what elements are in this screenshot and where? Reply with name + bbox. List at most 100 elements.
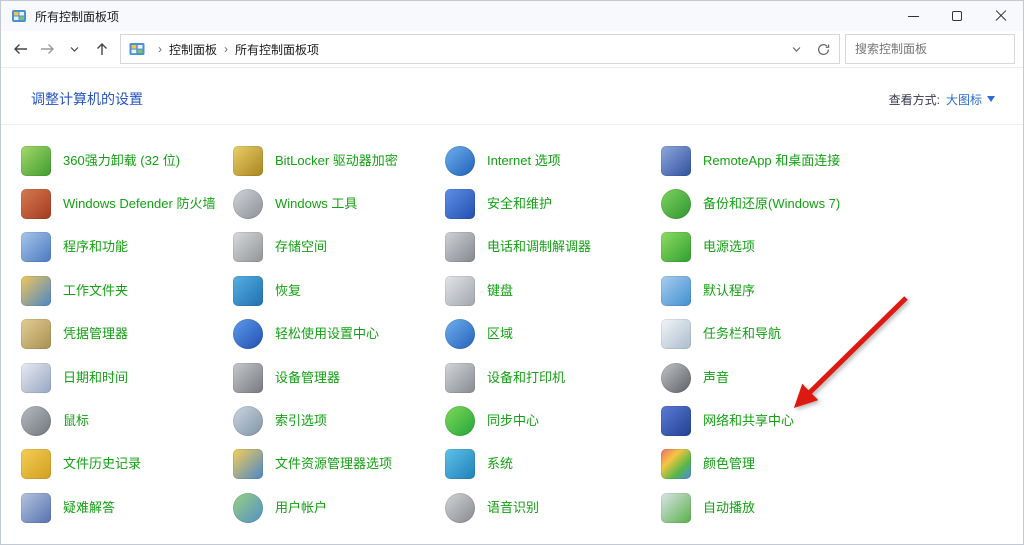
control-panel-item[interactable]: 任务栏和导航 — [661, 319, 1011, 350]
control-panel-item[interactable]: 语音识别 — [445, 492, 661, 523]
item-label: 索引选项 — [275, 413, 328, 429]
device-manager-icon — [233, 362, 263, 393]
control-panel-item[interactable]: 索引选项 — [233, 406, 445, 437]
item-label: 疑难解答 — [63, 499, 116, 515]
control-panel-item[interactable]: 设备和打印机 — [445, 362, 661, 393]
recent-locations-button[interactable] — [61, 35, 88, 63]
close-icon — [995, 10, 1007, 22]
control-panel-item[interactable]: 区域 — [445, 319, 661, 350]
control-panel-item[interactable]: 备份和还原(Windows 7) — [661, 189, 1011, 220]
item-label: 键盘 — [487, 282, 514, 298]
control-panel-item[interactable]: RemoteApp 和桌面连接 — [661, 145, 1011, 176]
control-panel-item[interactable]: 用户帐户 — [233, 492, 445, 523]
ease-of-access-icon — [233, 319, 263, 350]
window-controls — [891, 1, 1023, 31]
item-label: Internet 选项 — [487, 152, 561, 168]
item-label: 同步中心 — [487, 413, 540, 429]
sound-icon — [661, 362, 691, 393]
control-panel-item[interactable]: 电源选项 — [661, 232, 1011, 263]
forward-button[interactable] — [34, 35, 61, 63]
control-panel-item[interactable]: 程序和功能 — [21, 232, 233, 263]
control-panel-item[interactable]: 设备管理器 — [233, 362, 445, 393]
item-label: 设备管理器 — [275, 369, 341, 385]
control-panel-item[interactable]: 系统 — [445, 449, 661, 480]
breadcrumb-control-panel[interactable]: 控制面板 — [169, 41, 217, 58]
control-panel-item[interactable]: Windows 工具 — [233, 189, 445, 220]
control-panel-item[interactable]: Internet 选项 — [445, 145, 661, 176]
devices-printers-icon — [445, 362, 475, 393]
item-label: 文件历史记录 — [63, 456, 142, 472]
keyboard-icon — [445, 275, 475, 306]
taskbar-icon — [661, 319, 691, 350]
chevron-down-icon — [70, 47, 79, 52]
item-label: 用户帐户 — [275, 499, 328, 515]
security-maintenance-icon — [445, 189, 475, 220]
control-panel-item[interactable]: 文件资源管理器选项 — [233, 449, 445, 480]
item-label: 恢复 — [275, 282, 302, 298]
item-label: RemoteApp 和桌面连接 — [703, 152, 841, 168]
backup-restore-icon — [661, 189, 691, 220]
control-panel-item[interactable]: 日期和时间 — [21, 362, 233, 393]
control-panel-window-icon — [12, 10, 26, 22]
control-panel-items-area: 360强力卸载 (32 位) BitLocker 驱动器加密 Internet 选项… — [1, 139, 1023, 530]
item-label: 程序和功能 — [63, 239, 129, 255]
control-panel-item[interactable]: 安全和维护 — [445, 189, 661, 220]
programs-features-icon — [21, 232, 51, 263]
storage-spaces-icon — [233, 232, 263, 263]
breadcrumb-separator: › — [224, 42, 229, 56]
maximize-button[interactable] — [935, 1, 979, 31]
control-panel-item[interactable]: 文件历史记录 — [21, 449, 233, 480]
control-panel-item[interactable]: 声音 — [661, 362, 1011, 393]
address-bar[interactable]: › 控制面板 › 所有控制面板项 — [120, 34, 840, 64]
control-panel-item[interactable]: 360强力卸载 (32 位) — [21, 145, 233, 176]
control-panel-item[interactable]: 存储空间 — [233, 232, 445, 263]
control-panel-item[interactable]: 默认程序 — [661, 275, 1011, 306]
item-label: 凭据管理器 — [63, 326, 129, 342]
control-panel-item[interactable]: 同步中心 — [445, 406, 661, 437]
control-panel-item[interactable]: 工作文件夹 — [21, 275, 233, 306]
control-panel-item[interactable]: 鼠标 — [21, 406, 233, 437]
breadcrumb-all-items[interactable]: 所有控制面板项 — [235, 41, 319, 58]
minimize-icon — [907, 15, 919, 17]
control-panel-item[interactable]: 电话和调制解调器 — [445, 232, 661, 263]
search-input[interactable] — [855, 42, 1010, 56]
title-bar: 所有控制面板项 — [1, 1, 1023, 31]
control-panel-item[interactable]: 疑难解答 — [21, 492, 233, 523]
view-by-value: 大图标 — [945, 92, 982, 107]
control-panel-item[interactable]: 颜色管理 — [661, 449, 1011, 480]
control-panel-item[interactable]: 网络和共享中心 — [661, 406, 1011, 437]
control-panel-item[interactable]: 自动播放 — [661, 492, 1011, 523]
address-dropdown-icon[interactable] — [791, 44, 802, 54]
minimize-button[interactable] — [891, 1, 935, 31]
item-label: 电话和调制解调器 — [487, 239, 592, 255]
item-label: 备份和还原(Windows 7) — [703, 196, 841, 212]
firewall-icon — [21, 189, 51, 220]
windows-tools-icon — [233, 189, 263, 220]
item-label: 360强力卸载 (32 位) — [63, 152, 181, 168]
date-time-icon — [21, 362, 51, 393]
item-label: Windows Defender 防火墙 — [63, 196, 216, 212]
view-by-dropdown[interactable]: 大图标 — [946, 91, 995, 108]
item-label: 颜色管理 — [703, 456, 756, 472]
control-panel-item[interactable]: 凭据管理器 — [21, 319, 233, 350]
up-button[interactable] — [88, 35, 115, 63]
search-box — [845, 34, 1015, 64]
control-panel-item[interactable]: 键盘 — [445, 275, 661, 306]
refresh-icon[interactable] — [816, 42, 831, 57]
control-panel-item[interactable]: Windows Defender 防火墙 — [21, 189, 233, 220]
troubleshooting-icon — [21, 492, 51, 523]
maximize-icon — [952, 11, 962, 21]
default-programs-icon — [661, 275, 691, 306]
item-label: 工作文件夹 — [63, 282, 129, 298]
control-panel-item[interactable]: 轻松使用设置中心 — [233, 319, 445, 350]
back-button[interactable] — [7, 35, 34, 63]
control-panel-item[interactable]: 恢复 — [233, 275, 445, 306]
page-header: 调整计算机的设置 查看方式: 大图标 — [1, 68, 1023, 125]
close-button[interactable] — [979, 1, 1023, 31]
autoplay-icon — [661, 492, 691, 523]
control-panel-item[interactable]: BitLocker 驱动器加密 — [233, 145, 445, 176]
item-label: 轻松使用设置中心 — [275, 326, 380, 342]
item-label: 声音 — [703, 369, 730, 385]
bitlocker-icon — [233, 145, 263, 176]
window-title: 所有控制面板项 — [35, 9, 120, 24]
